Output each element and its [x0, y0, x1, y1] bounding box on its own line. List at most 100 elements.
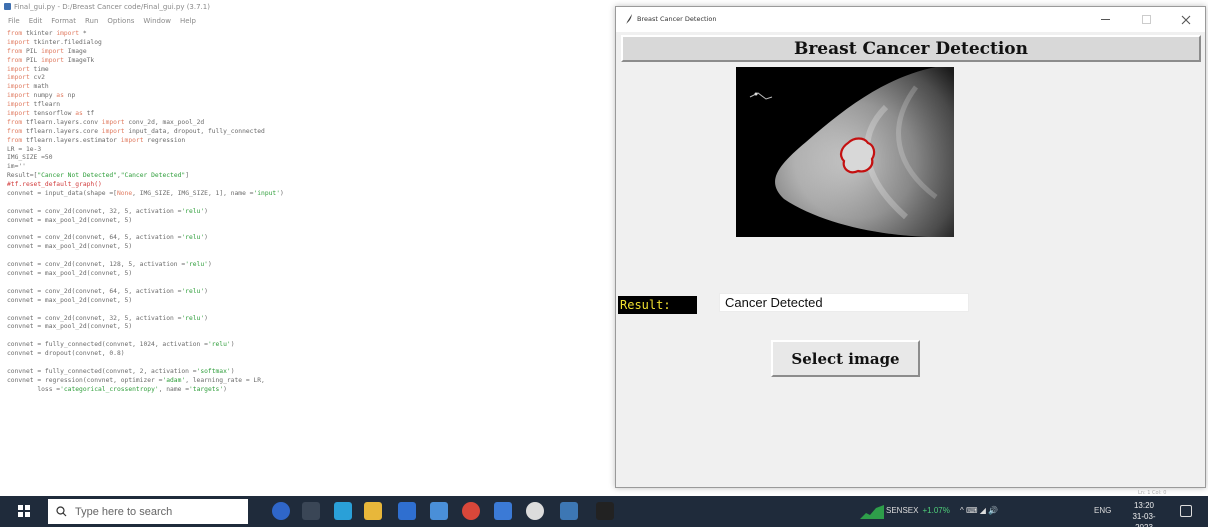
- code-line: import time: [7, 66, 607, 75]
- windows-taskbar: Type here to search SENSEX +1.07% ^ ⌨ ◢ 🔊…: [0, 496, 1208, 527]
- edge-icon[interactable]: [334, 502, 352, 520]
- cortana-icon[interactable]: [272, 502, 290, 520]
- code-line: import tensorflow as tf: [7, 110, 607, 119]
- code-line: IMG_SIZE =50: [7, 154, 607, 163]
- windows-logo-icon: [25, 512, 30, 517]
- result-value-field[interactable]: Cancer Detected: [719, 293, 969, 312]
- taskbar-search-box[interactable]: Type here to search: [48, 499, 248, 524]
- code-token: regression: [147, 136, 186, 144]
- code-token: convnet = max_pool_2d(convnet, 5): [7, 323, 133, 331]
- code-token: import: [101, 118, 129, 126]
- windows-logo-icon: [18, 512, 23, 517]
- app-title-bar[interactable]: Breast Cancer Detection: [616, 7, 1205, 32]
- code-line: Result=["Cancer Not Detected","Cancer De…: [7, 172, 607, 181]
- code-line: convnet = max_pool_2d(convnet, 5): [7, 270, 607, 279]
- idle-title-text: Final_gui.py - D:/Breast Cancer code/Fin…: [14, 3, 210, 11]
- code-line: convnet = conv_2d(convnet, 64, 5, activa…: [7, 288, 607, 297]
- task-view-icon[interactable]: [302, 502, 320, 520]
- close-icon: [1181, 15, 1191, 24]
- mammogram-image: [736, 67, 954, 237]
- code-token: None: [116, 190, 133, 198]
- menu-window[interactable]: Window: [143, 17, 171, 25]
- minimize-icon: [1100, 19, 1110, 20]
- idle-editor-window[interactable]: Final_gui.py - D:/Breast Cancer code/Fin…: [0, 0, 615, 488]
- code-token: cv2: [33, 74, 45, 82]
- code-line: LR = 1e-3: [7, 146, 607, 155]
- code-token: , learning_rate = LR,: [185, 376, 265, 384]
- store-icon[interactable]: [430, 502, 448, 520]
- select-image-button[interactable]: Select image: [771, 340, 920, 377]
- maximize-icon: [1141, 15, 1151, 24]
- terminal-icon[interactable]: [596, 502, 614, 520]
- code-token: import: [7, 65, 34, 73]
- code-token: *: [82, 30, 87, 37]
- code-token: ): [230, 341, 235, 349]
- code-token: tflearn.layers.core: [25, 127, 102, 135]
- code-token: ImageTk: [67, 56, 95, 64]
- code-token: import: [7, 110, 34, 118]
- code-token: tflearn: [33, 101, 61, 109]
- code-token: convnet = conv_2d(convnet, 32, 5, activa…: [7, 314, 182, 322]
- code-token: ): [230, 367, 235, 375]
- photos-icon[interactable]: [494, 502, 512, 520]
- code-line: convnet = dropout(convnet, 0.8): [7, 350, 607, 359]
- system-tray-icons[interactable]: ^ ⌨ ◢ 🔊: [960, 506, 998, 515]
- code-token: convnet = fully_connected(convnet, 1024,…: [7, 341, 208, 349]
- notification-icon[interactable]: [1180, 505, 1192, 517]
- code-token: 'softmax': [196, 367, 231, 375]
- settings-icon[interactable]: [526, 502, 544, 520]
- code-token: import: [101, 127, 129, 135]
- code-token: tflearn.layers.conv: [25, 118, 102, 126]
- code-line: import cv2: [7, 74, 607, 83]
- close-button[interactable]: [1166, 7, 1206, 32]
- maximize-button[interactable]: [1126, 7, 1166, 32]
- code-token: convnet = dropout(convnet, 0.8): [7, 350, 125, 358]
- code-token: 'categorical_crossentropy': [60, 385, 159, 393]
- clock-date: 31-03-2023: [1132, 512, 1156, 527]
- code-line: from tkinter import *: [7, 30, 607, 39]
- mail-icon[interactable]: [398, 502, 416, 520]
- code-token: tkinter: [25, 30, 57, 37]
- code-token: ): [207, 261, 212, 269]
- code-token: tflearn.layers.estimator: [25, 136, 121, 144]
- menu-edit[interactable]: Edit: [29, 17, 43, 25]
- code-editor[interactable]: from tkinter import * import tkinter.file…: [7, 30, 607, 485]
- python-idle-icon[interactable]: [560, 502, 578, 520]
- code-token: from: [7, 127, 26, 135]
- start-button[interactable]: [18, 505, 30, 517]
- python-file-icon: [4, 3, 11, 10]
- stock-widget[interactable]: SENSEX +1.07%: [886, 506, 950, 515]
- code-token: import: [7, 38, 34, 46]
- menu-options[interactable]: Options: [107, 17, 134, 25]
- code-token: 'relu': [181, 234, 205, 242]
- file-explorer-icon[interactable]: [364, 502, 382, 520]
- code-token: input_data, dropout, fully_connected: [128, 127, 265, 135]
- code-token: ): [204, 207, 208, 215]
- code-line: convnet = max_pool_2d(convnet, 5): [7, 297, 607, 306]
- code-line: from PIL import Image: [7, 48, 607, 57]
- minimize-button[interactable]: [1085, 7, 1125, 32]
- code-token: 'targets': [189, 385, 224, 393]
- code-token: ): [280, 190, 284, 198]
- language-indicator[interactable]: ENG: [1094, 506, 1111, 515]
- menu-file[interactable]: File: [8, 17, 20, 25]
- code-line: from tflearn.layers.core import input_da…: [7, 128, 607, 137]
- code-token: conv_2d, max_pool_2d: [128, 118, 205, 126]
- code-line: convnet = conv_2d(convnet, 64, 5, activa…: [7, 234, 607, 243]
- menu-run[interactable]: Run: [85, 17, 98, 25]
- code-token: convnet = regression(convnet, optimizer …: [7, 376, 163, 384]
- code-token: Result=[: [7, 172, 38, 180]
- stock-name: SENSEX: [886, 506, 919, 515]
- code-line: import numpy as np: [7, 92, 607, 101]
- chrome-icon[interactable]: [462, 502, 480, 520]
- menu-format[interactable]: Format: [51, 17, 76, 25]
- code-line: convnet = conv_2d(convnet, 128, 5, activ…: [7, 261, 607, 270]
- menu-help[interactable]: Help: [180, 17, 196, 25]
- taskbar-clock[interactable]: 13:20 31-03-2023: [1124, 500, 1164, 527]
